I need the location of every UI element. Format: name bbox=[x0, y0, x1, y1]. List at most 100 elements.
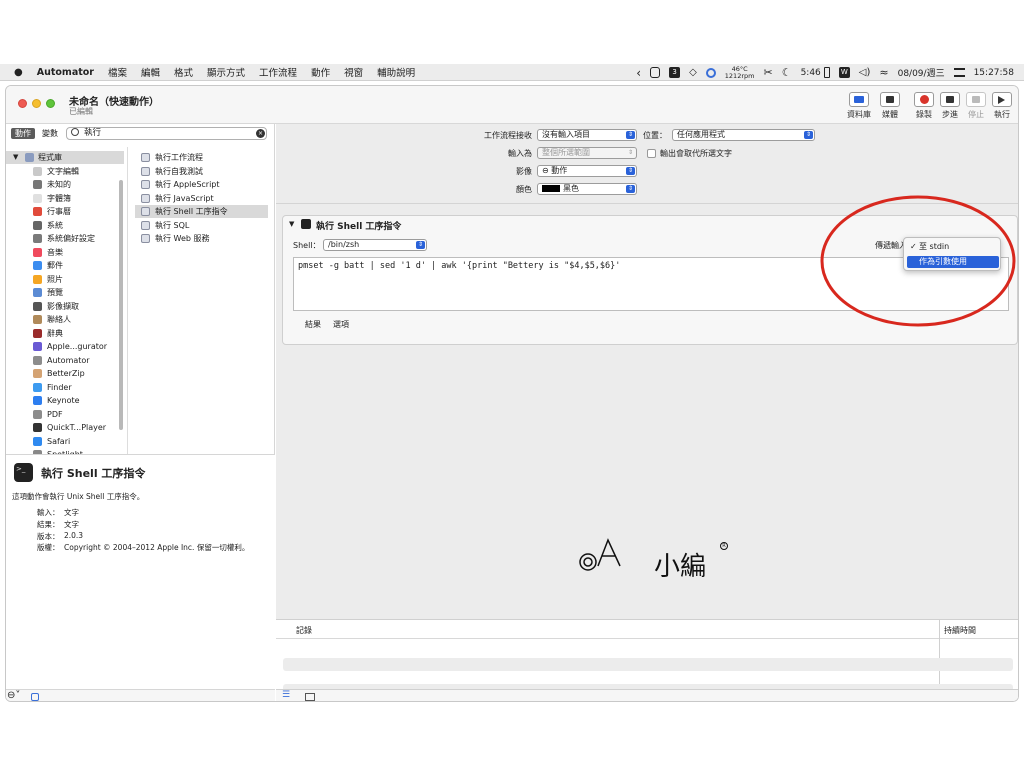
action-item[interactable]: 執行工作流程 bbox=[135, 151, 268, 164]
library-item[interactable]: 影像擷取 bbox=[6, 300, 124, 313]
scissors-icon[interactable]: ✂ bbox=[763, 66, 772, 79]
action-menu-icon[interactable]: ⊖˅ bbox=[7, 690, 20, 701]
zoom-button[interactable] bbox=[46, 99, 55, 108]
menu-app-name[interactable]: Automator bbox=[30, 67, 101, 78]
menu-help[interactable]: 輔助說明 bbox=[370, 65, 422, 79]
action-item[interactable]: 執行 AppleScript bbox=[135, 178, 268, 191]
tab-variables[interactable]: 變數 bbox=[38, 128, 62, 139]
list-scrollbar[interactable] bbox=[119, 180, 123, 430]
action-item[interactable]: 執行自我測試 bbox=[135, 165, 268, 178]
keyboard-icon[interactable] bbox=[650, 67, 661, 78]
actions-list[interactable]: 執行工作流程 執行自我測試 執行 AppleScript 執行 JavaScript 執… bbox=[129, 147, 274, 454]
library-folder-icon bbox=[25, 153, 34, 162]
library-item[interactable]: 音樂 bbox=[6, 246, 124, 259]
volume-icon[interactable]: ◁) bbox=[859, 67, 871, 78]
menu-format[interactable]: 格式 bbox=[167, 65, 200, 79]
duration-column-header[interactable]: 持續時間 bbox=[944, 625, 976, 636]
shell-select[interactable]: /bin/zsh ⇕ bbox=[323, 239, 427, 251]
action-item[interactable]: 執行 JavaScript bbox=[135, 192, 268, 205]
battery-time[interactable]: 5:46 bbox=[801, 68, 821, 78]
library-item[interactable]: 預覽 bbox=[6, 286, 124, 299]
action-item[interactable]: 執行 Shell 工序指令 bbox=[135, 205, 268, 218]
library-item[interactable]: Apple...gurator bbox=[6, 340, 124, 353]
menu-action[interactable]: 動作 bbox=[304, 65, 337, 79]
back-chevron-icon[interactable]: ‹ bbox=[636, 66, 641, 80]
color-select[interactable]: 黑色 ⇕ bbox=[537, 183, 637, 195]
tab-results[interactable]: 結果 bbox=[305, 319, 321, 330]
chevron-updown-icon: ⇕ bbox=[627, 149, 634, 156]
run-button[interactable]: 執行 bbox=[987, 92, 1017, 120]
location-select[interactable]: 任何應用程式 ⇕ bbox=[672, 129, 815, 141]
search-input[interactable]: 執行 bbox=[66, 127, 267, 140]
library-item[interactable]: PDF bbox=[6, 408, 124, 421]
menu-edit[interactable]: 編輯 bbox=[134, 65, 167, 79]
library-item[interactable]: 未知的 bbox=[6, 178, 124, 191]
library-item[interactable]: 聯絡人 bbox=[6, 313, 124, 326]
layers-icon[interactable]: ◇ bbox=[689, 67, 697, 78]
log-column-header[interactable]: 記錄 bbox=[296, 625, 312, 636]
tab-actions[interactable]: 動作 bbox=[11, 128, 35, 139]
library-item[interactable]: 辭典 bbox=[6, 327, 124, 340]
moon-icon[interactable]: ☾ bbox=[782, 66, 792, 79]
library-icon bbox=[849, 92, 869, 107]
version-key: 版本： bbox=[37, 532, 60, 541]
numbered-badge-icon[interactable]: 3 bbox=[669, 67, 681, 78]
time-readout[interactable]: 15:27:58 bbox=[974, 68, 1014, 78]
library-item[interactable]: 文字編輯 bbox=[6, 165, 124, 178]
menu-workflow[interactable]: 工作流程 bbox=[252, 65, 304, 79]
input-as-select[interactable]: 整個所選範圍 ⇕ bbox=[537, 147, 637, 159]
version-value: 2.0.3 bbox=[64, 531, 84, 540]
library-item[interactable]: BetterZip bbox=[6, 367, 124, 380]
library-list[interactable]: ▼ 程式庫 文字編輯 未知的 字體簿 行事曆 系統系統偏好設定音樂 郵件 照片 預覽 影像擷取聯… bbox=[6, 147, 128, 454]
apple-icon[interactable]: ● bbox=[0, 67, 30, 78]
library-item-label: 系統偏好設定 bbox=[47, 234, 95, 243]
workflow-settings: 工作流程接收 沒有輸入項目 ⇕ 位置： 任何應用程式 ⇕ 輸入為 整個所選範圍 ⇕ 輸… bbox=[276, 124, 1018, 204]
action-item[interactable]: 執行 SQL bbox=[135, 219, 268, 232]
library-item[interactable]: 郵件 bbox=[6, 259, 124, 272]
date-readout[interactable]: 08/09/週三 bbox=[898, 66, 945, 79]
menu-file[interactable]: 檔案 bbox=[101, 65, 134, 79]
library-item-root[interactable]: ▼ 程式庫 bbox=[6, 151, 124, 164]
action-icon bbox=[141, 234, 150, 243]
app-square-icon[interactable]: W bbox=[838, 67, 850, 78]
result-value: 文字 bbox=[64, 520, 79, 529]
replace-checkbox[interactable] bbox=[647, 149, 656, 158]
library-item[interactable]: Finder bbox=[6, 381, 124, 394]
media-button[interactable]: 媒體 bbox=[875, 92, 905, 120]
action-item[interactable]: 執行 Web 服務 bbox=[135, 232, 268, 245]
library-item[interactable]: 照片 bbox=[6, 273, 124, 286]
checkbox-icon[interactable] bbox=[31, 693, 39, 701]
column-view-icon[interactable] bbox=[305, 693, 315, 701]
library-item[interactable]: Automator bbox=[6, 354, 124, 367]
clear-search-icon[interactable]: × bbox=[256, 129, 265, 138]
sensor-icon[interactable] bbox=[705, 67, 716, 78]
library-item[interactable]: 行事曆 bbox=[6, 205, 124, 218]
battery-icon[interactable] bbox=[823, 67, 830, 78]
replace-label: 輸出會取代所選文字 bbox=[660, 149, 732, 158]
library-item[interactable]: 系統 bbox=[6, 219, 124, 232]
menu-view[interactable]: 顯示方式 bbox=[200, 65, 252, 79]
library-item-label: Apple...gurator bbox=[47, 342, 108, 351]
library-item[interactable]: 系統偏好設定 bbox=[6, 232, 124, 245]
temp-rpm-readout[interactable]: 46°C 1212rpm bbox=[725, 65, 755, 80]
color-label: 顏色 bbox=[516, 185, 532, 194]
image-select[interactable]: ⊖ 動作 ⇕ bbox=[537, 165, 637, 177]
tab-options[interactable]: 選項 bbox=[333, 319, 349, 330]
search-icon bbox=[71, 128, 79, 136]
library-item[interactable]: Safari bbox=[6, 435, 124, 448]
collapse-chevron-icon[interactable]: ▼ bbox=[289, 220, 294, 228]
library-item[interactable]: QuickT...Player bbox=[6, 421, 124, 434]
action-icon bbox=[141, 166, 150, 176]
library-item[interactable]: 字體簿 bbox=[6, 192, 124, 205]
menu-window[interactable]: 視窗 bbox=[337, 65, 370, 79]
close-button[interactable] bbox=[18, 99, 27, 108]
library-button[interactable]: 資料庫 bbox=[844, 92, 874, 120]
minimize-button[interactable] bbox=[32, 99, 41, 108]
control-center-icon[interactable] bbox=[953, 68, 965, 77]
library-item[interactable]: Keynote bbox=[6, 394, 124, 407]
list-view-icon[interactable]: ☰ bbox=[282, 690, 290, 700]
wifi-icon[interactable]: ≈ bbox=[879, 66, 888, 79]
library-item-label: PDF bbox=[47, 409, 63, 419]
receives-select[interactable]: 沒有輸入項目 ⇕ bbox=[537, 129, 637, 141]
action-icon bbox=[141, 193, 150, 203]
